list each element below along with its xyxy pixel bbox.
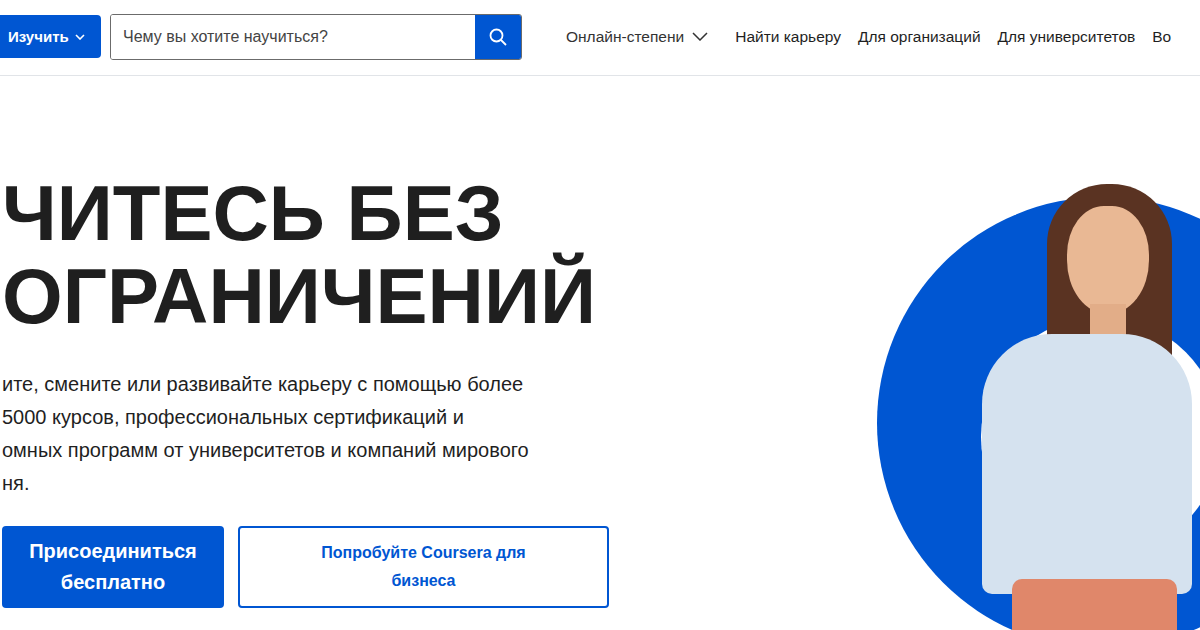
hero: ЧИТЕСЬ БЕЗОГРАНИЧЕНИЙ ите, смените или р… [0, 76, 1200, 630]
hero-buttons: Присоединиться бесплатноПопробуйте Cours… [2, 526, 622, 608]
hero-content: ЧИТЕСЬ БЕЗОГРАНИЧЕНИЙ ите, смените или р… [0, 76, 622, 608]
person-photo [972, 184, 1200, 630]
page: Изучить Онлайн-степени Найти карьеру Для… [0, 0, 1200, 630]
magnifier-icon [488, 27, 508, 47]
nav-link[interactable]: Во [1152, 28, 1171, 46]
main-nav: Онлайн-степени Найти карьеру Для организ… [566, 28, 1171, 46]
nav-link[interactable]: Найти карьеру [735, 28, 841, 46]
search-input[interactable] [111, 15, 475, 59]
join-button[interactable]: Присоединиться бесплатно [2, 526, 224, 608]
search-button[interactable] [475, 15, 521, 59]
hero-description: ите, смените или развивайте карьеру с по… [2, 368, 622, 500]
hero-title: ЧИТЕСЬ БЕЗОГРАНИЧЕНИЙ [2, 172, 622, 338]
chevron-down-icon [692, 32, 708, 41]
top-bar: Изучить Онлайн-степени Найти карьеру Для… [0, 0, 1200, 76]
search-bar [110, 14, 522, 60]
explore-button[interactable]: Изучить [0, 15, 101, 58]
business-button[interactable]: Попробуйте Coursera для бизнеса [238, 526, 609, 608]
chevron-down-icon [75, 34, 85, 40]
nav-link[interactable]: Для организаций [858, 28, 981, 46]
nav-link[interactable]: Для университетов [998, 28, 1136, 46]
nav-link[interactable]: Онлайн-степени [566, 28, 708, 46]
